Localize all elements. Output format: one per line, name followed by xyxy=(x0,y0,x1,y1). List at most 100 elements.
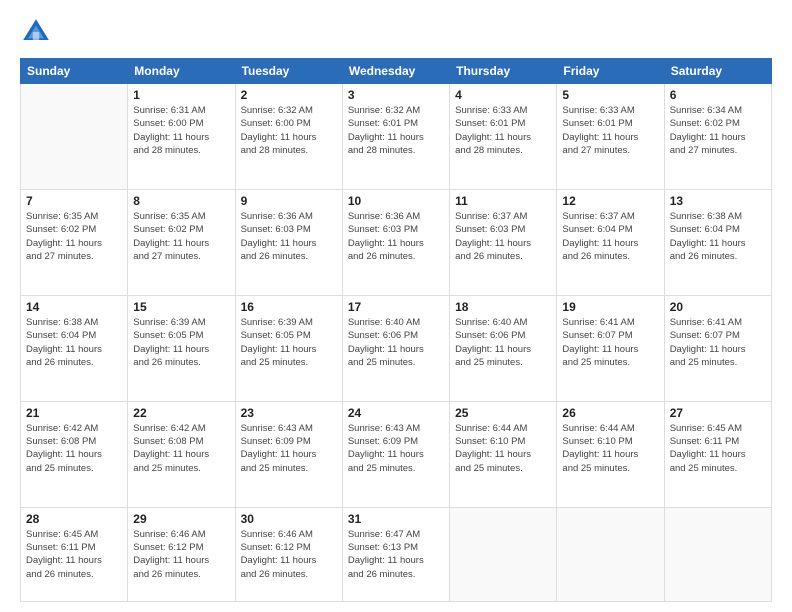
calendar-day-cell: 23Sunrise: 6:43 AM Sunset: 6:09 PM Dayli… xyxy=(235,401,342,507)
day-number: 16 xyxy=(241,300,337,314)
day-info: Sunrise: 6:43 AM Sunset: 6:09 PM Dayligh… xyxy=(241,422,337,475)
day-info: Sunrise: 6:42 AM Sunset: 6:08 PM Dayligh… xyxy=(133,422,229,475)
day-number: 28 xyxy=(26,512,122,526)
day-number: 11 xyxy=(455,194,551,208)
calendar-header-row: SundayMondayTuesdayWednesdayThursdayFrid… xyxy=(21,59,772,84)
calendar-day-cell: 29 Sunrise: 6:46 AM Sunset: 6:12 PM Dayli… xyxy=(128,507,235,601)
calendar-day-cell: 31Sunrise: 6:47 AM Sunset: 6:13 PM Dayli… xyxy=(342,507,449,601)
day-info: Sunrise: 6:44 AM Sunset: 6:10 PM Dayligh… xyxy=(455,422,551,475)
day-number: 27 xyxy=(670,406,766,420)
calendar-day-cell: 22 Sunrise: 6:42 AM Sunset: 6:08 PM Dayli… xyxy=(128,401,235,507)
calendar-day-header: Tuesday xyxy=(235,59,342,84)
day-number: 10 xyxy=(348,194,444,208)
day-number: 12 xyxy=(562,194,658,208)
calendar-day-cell: 4Sunrise: 6:33 AM Sunset: 6:01 PM Daylig… xyxy=(450,84,557,190)
day-number: 14 xyxy=(26,300,122,314)
calendar-day-cell: 1Sunrise: 6:31 AM Sunset: 6:00 PM Daylig… xyxy=(128,84,235,190)
calendar-day-cell: 13Sunrise: 6:38 AM Sunset: 6:04 PM Dayli… xyxy=(664,189,771,295)
day-info: Sunrise: 6:45 AM Sunset: 6:11 PM Dayligh… xyxy=(26,528,122,581)
day-number: 31 xyxy=(348,512,444,526)
calendar-day-cell: 19 Sunrise: 6:41 AM Sunset: 6:07 PM Dayli… xyxy=(557,295,664,401)
logo-area xyxy=(20,16,56,48)
calendar-day-cell: 20 Sunrise: 6:41 AM Sunset: 6:07 PM Dayli… xyxy=(664,295,771,401)
calendar-day-cell: 25 Sunrise: 6:44 AM Sunset: 6:10 PM Dayli… xyxy=(450,401,557,507)
page: SundayMondayTuesdayWednesdayThursdayFrid… xyxy=(0,0,792,612)
day-info: Sunrise: 6:46 AM Sunset: 6:12 PM Dayligh… xyxy=(133,528,229,581)
calendar-day-cell: 28 Sunrise: 6:45 AM Sunset: 6:11 PM Dayli… xyxy=(21,507,128,601)
day-info: Sunrise: 6:34 AM Sunset: 6:02 PM Dayligh… xyxy=(670,104,766,157)
calendar-day-cell xyxy=(21,84,128,190)
day-info: Sunrise: 6:38 AM Sunset: 6:04 PM Dayligh… xyxy=(670,210,766,263)
day-info: Sunrise: 6:40 AM Sunset: 6:06 PM Dayligh… xyxy=(455,316,551,369)
calendar-day-cell: 21 Sunrise: 6:42 AM Sunset: 6:08 PM Dayli… xyxy=(21,401,128,507)
day-info: Sunrise: 6:45 AM Sunset: 6:11 PM Dayligh… xyxy=(670,422,766,475)
day-number: 2 xyxy=(241,88,337,102)
calendar-day-cell: 7 Sunrise: 6:35 AM Sunset: 6:02 PM Daylig… xyxy=(21,189,128,295)
day-info: Sunrise: 6:32 AM Sunset: 6:00 PM Dayligh… xyxy=(241,104,337,157)
calendar-day-cell: 18 Sunrise: 6:40 AM Sunset: 6:06 PM Dayli… xyxy=(450,295,557,401)
day-number: 29 xyxy=(133,512,229,526)
calendar-day-cell: 16 Sunrise: 6:39 AM Sunset: 6:05 PM Dayli… xyxy=(235,295,342,401)
calendar-day-cell: 12 Sunrise: 6:37 AM Sunset: 6:04 PM Dayli… xyxy=(557,189,664,295)
day-number: 15 xyxy=(133,300,229,314)
calendar-day-header: Friday xyxy=(557,59,664,84)
day-number: 17 xyxy=(348,300,444,314)
calendar-day-cell: 11 Sunrise: 6:37 AM Sunset: 6:03 PM Dayli… xyxy=(450,189,557,295)
calendar-week-row: 28 Sunrise: 6:45 AM Sunset: 6:11 PM Dayli… xyxy=(21,507,772,601)
day-info: Sunrise: 6:32 AM Sunset: 6:01 PM Dayligh… xyxy=(348,104,444,157)
day-info: Sunrise: 6:35 AM Sunset: 6:02 PM Dayligh… xyxy=(26,210,122,263)
calendar-day-cell: 30 Sunrise: 6:46 AM Sunset: 6:12 PM Dayli… xyxy=(235,507,342,601)
calendar-day-cell xyxy=(557,507,664,601)
day-number: 19 xyxy=(562,300,658,314)
calendar-day-cell: 3 Sunrise: 6:32 AM Sunset: 6:01 PM Daylig… xyxy=(342,84,449,190)
day-number: 25 xyxy=(455,406,551,420)
calendar-week-row: 14 Sunrise: 6:38 AM Sunset: 6:04 PM Dayli… xyxy=(21,295,772,401)
day-info: Sunrise: 6:44 AM Sunset: 6:10 PM Dayligh… xyxy=(562,422,658,475)
day-number: 24 xyxy=(348,406,444,420)
calendar-day-header: Wednesday xyxy=(342,59,449,84)
day-info: Sunrise: 6:36 AM Sunset: 6:03 PM Dayligh… xyxy=(241,210,337,263)
day-info: Sunrise: 6:40 AM Sunset: 6:06 PM Dayligh… xyxy=(348,316,444,369)
day-number: 8 xyxy=(133,194,229,208)
calendar-day-cell: 24 Sunrise: 6:43 AM Sunset: 6:09 PM Dayli… xyxy=(342,401,449,507)
calendar-day-header: Saturday xyxy=(664,59,771,84)
calendar-day-cell: 15 Sunrise: 6:39 AM Sunset: 6:05 PM Dayli… xyxy=(128,295,235,401)
day-info: Sunrise: 6:38 AM Sunset: 6:04 PM Dayligh… xyxy=(26,316,122,369)
day-info: Sunrise: 6:41 AM Sunset: 6:07 PM Dayligh… xyxy=(562,316,658,369)
logo-icon xyxy=(20,16,52,48)
day-info: Sunrise: 6:46 AM Sunset: 6:12 PM Dayligh… xyxy=(241,528,337,581)
day-number: 4 xyxy=(455,88,551,102)
day-info: Sunrise: 6:31 AM Sunset: 6:00 PM Dayligh… xyxy=(133,104,229,157)
calendar-day-cell xyxy=(450,507,557,601)
day-info: Sunrise: 6:42 AM Sunset: 6:08 PM Dayligh… xyxy=(26,422,122,475)
day-info: Sunrise: 6:35 AM Sunset: 6:02 PM Dayligh… xyxy=(133,210,229,263)
day-info: Sunrise: 6:39 AM Sunset: 6:05 PM Dayligh… xyxy=(133,316,229,369)
day-number: 7 xyxy=(26,194,122,208)
calendar-day-cell: 14 Sunrise: 6:38 AM Sunset: 6:04 PM Dayli… xyxy=(21,295,128,401)
calendar-table: SundayMondayTuesdayWednesdayThursdayFrid… xyxy=(20,58,772,602)
calendar-day-cell: 5Sunrise: 6:33 AM Sunset: 6:01 PM Daylig… xyxy=(557,84,664,190)
day-info: Sunrise: 6:41 AM Sunset: 6:07 PM Dayligh… xyxy=(670,316,766,369)
day-number: 20 xyxy=(670,300,766,314)
calendar-day-header: Monday xyxy=(128,59,235,84)
calendar-day-cell: 10Sunrise: 6:36 AM Sunset: 6:03 PM Dayli… xyxy=(342,189,449,295)
calendar-day-cell: 27 Sunrise: 6:45 AM Sunset: 6:11 PM Dayli… xyxy=(664,401,771,507)
calendar-day-cell xyxy=(664,507,771,601)
calendar-week-row: 1Sunrise: 6:31 AM Sunset: 6:00 PM Daylig… xyxy=(21,84,772,190)
calendar-day-cell: 17 Sunrise: 6:40 AM Sunset: 6:06 PM Dayli… xyxy=(342,295,449,401)
day-number: 30 xyxy=(241,512,337,526)
day-number: 22 xyxy=(133,406,229,420)
day-number: 9 xyxy=(241,194,337,208)
calendar-day-header: Thursday xyxy=(450,59,557,84)
calendar-day-cell: 26Sunrise: 6:44 AM Sunset: 6:10 PM Dayli… xyxy=(557,401,664,507)
header xyxy=(20,16,772,48)
day-info: Sunrise: 6:39 AM Sunset: 6:05 PM Dayligh… xyxy=(241,316,337,369)
day-info: Sunrise: 6:43 AM Sunset: 6:09 PM Dayligh… xyxy=(348,422,444,475)
day-number: 3 xyxy=(348,88,444,102)
day-number: 18 xyxy=(455,300,551,314)
calendar-day-header: Sunday xyxy=(21,59,128,84)
day-info: Sunrise: 6:37 AM Sunset: 6:04 PM Dayligh… xyxy=(562,210,658,263)
day-info: Sunrise: 6:37 AM Sunset: 6:03 PM Dayligh… xyxy=(455,210,551,263)
day-info: Sunrise: 6:33 AM Sunset: 6:01 PM Dayligh… xyxy=(562,104,658,157)
day-number: 21 xyxy=(26,406,122,420)
